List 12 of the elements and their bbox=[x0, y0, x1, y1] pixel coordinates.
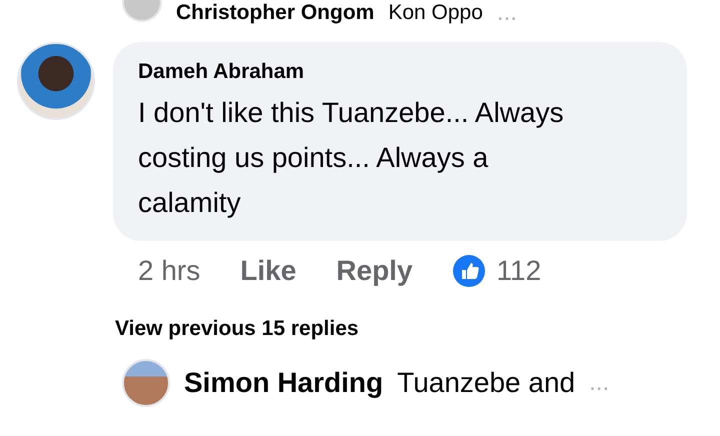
thumbs-up-icon bbox=[452, 255, 485, 287]
view-replies-link[interactable]: View previous 15 replies bbox=[115, 317, 720, 341]
reaction-count[interactable]: 112 bbox=[496, 255, 542, 287]
timestamp: 2 hrs bbox=[138, 255, 200, 287]
comment-text: I don't like this Tuanzebe... Always costing us points... Always a calamity bbox=[138, 96, 565, 220]
author-name[interactable]: Simon Harding bbox=[184, 367, 384, 399]
author-name[interactable]: Dameh Abraham bbox=[138, 60, 661, 84]
like-link[interactable]: Like bbox=[240, 255, 296, 287]
author-name[interactable]: Christopher Ongom bbox=[176, 1, 374, 25]
reply-text: Kon Oppo bbox=[388, 1, 483, 25]
reply-link[interactable]: Reply bbox=[336, 255, 413, 287]
reply-text: Tuanzebe and bbox=[397, 367, 576, 399]
